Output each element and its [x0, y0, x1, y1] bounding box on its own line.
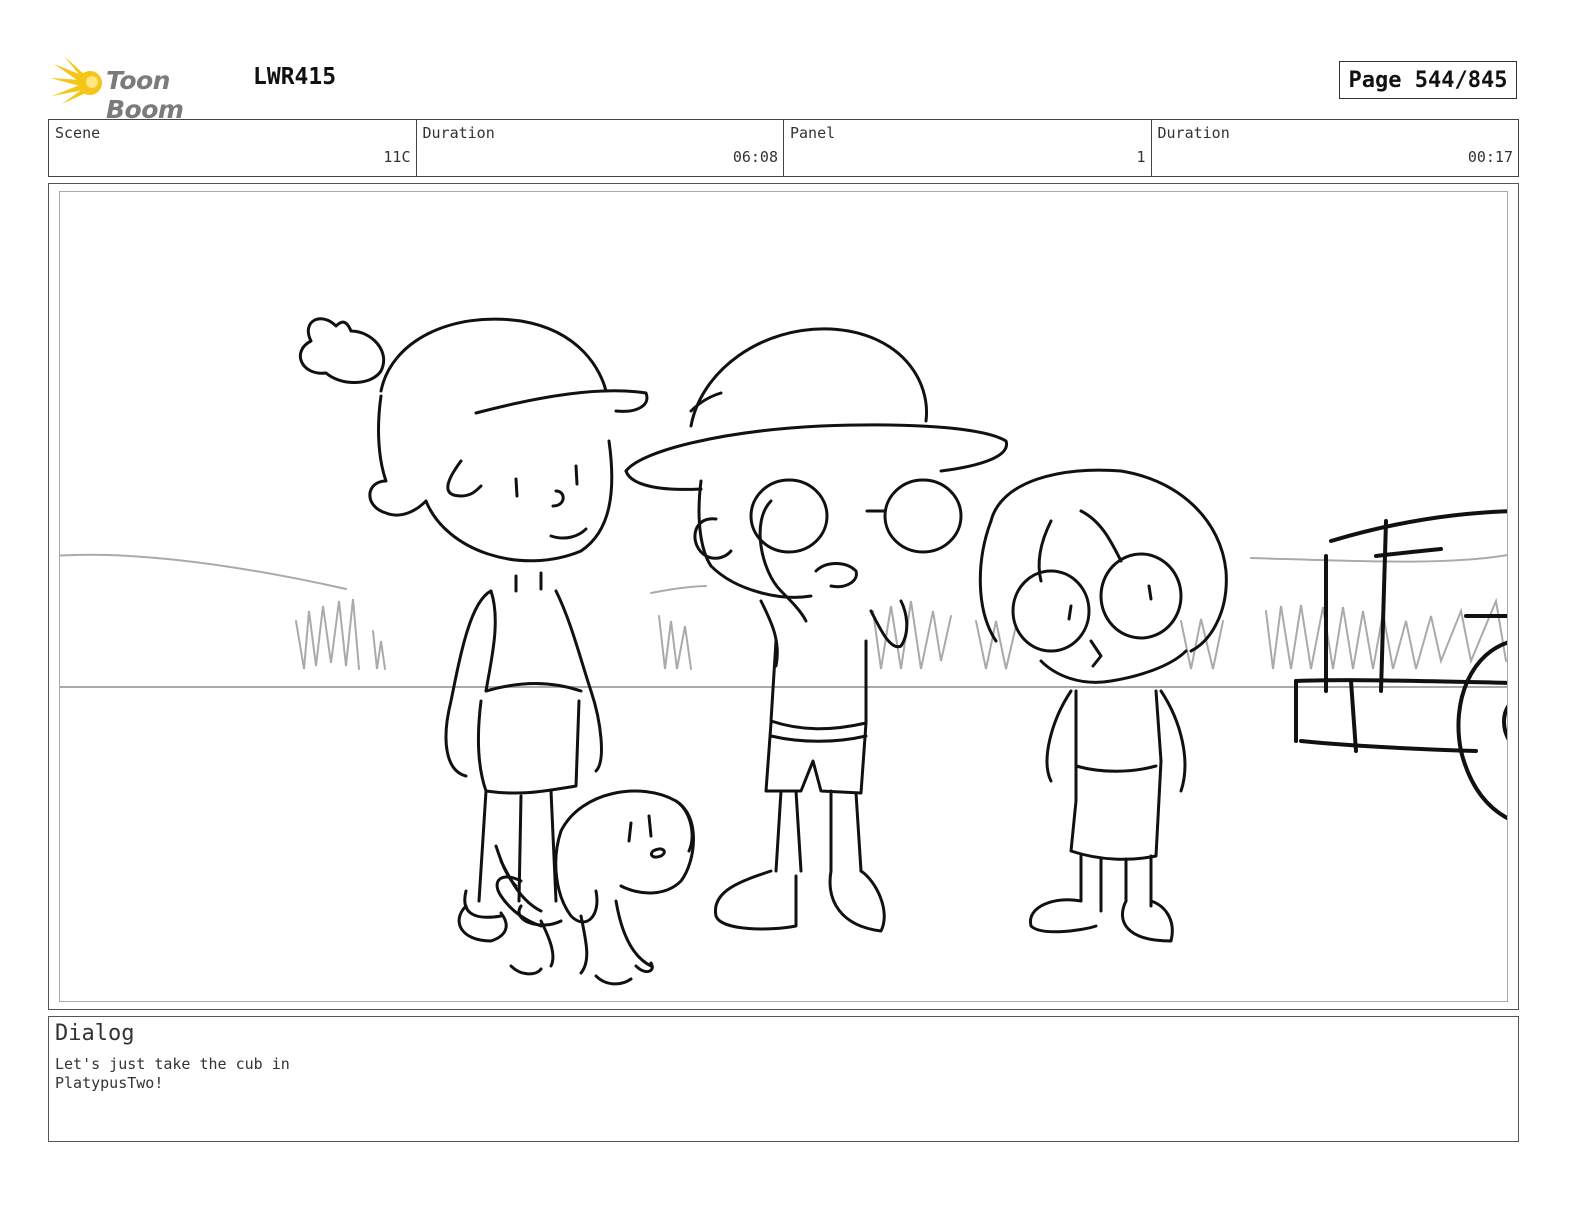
- dialog-title: Dialog: [55, 1021, 135, 1046]
- scene-label: Scene: [55, 124, 101, 142]
- scene-duration-value: 06:08: [732, 148, 778, 166]
- storyboard-panel-image: [59, 191, 1508, 1002]
- storyboard-sketch: [60, 317, 1507, 986]
- scene-value: 11C: [383, 148, 411, 166]
- panel-duration-cell: Duration 00:17: [1152, 120, 1519, 176]
- project-code: LWR415: [253, 64, 337, 90]
- dialog-box: Dialog Let's just take the cub in Platyp…: [48, 1016, 1519, 1142]
- toon-boom-logo: Toon Boom: [50, 54, 240, 124]
- scene-cell: Scene 11C: [49, 120, 417, 176]
- girl-short-hair-sketch: [978, 468, 1228, 943]
- panel-duration-label: Duration: [1157, 124, 1230, 142]
- girl-with-cap-sketch: [298, 317, 649, 943]
- boy-with-binoculars-sketch: [624, 327, 1008, 933]
- logo-burst-icon: [50, 56, 102, 104]
- dog-sketch: [494, 789, 695, 986]
- panel-value: 1: [1136, 148, 1146, 166]
- background-sketch: [60, 553, 1507, 688]
- page-number: Page 544/845: [1339, 61, 1517, 99]
- dialog-text: Let's just take the cub in PlatypusTwo!: [55, 1055, 290, 1092]
- panel-label: Panel: [790, 124, 836, 142]
- scene-info-row: Scene 11C Duration 06:08 Panel 1 Duratio…: [48, 119, 1519, 177]
- brand-name: Toon Boom: [106, 66, 184, 124]
- vehicle-sketch: [1294, 509, 1507, 821]
- panel-duration-value: 00:17: [1467, 148, 1513, 166]
- panel-cell: Panel 1: [784, 120, 1152, 176]
- scene-duration-cell: Duration 06:08: [417, 120, 784, 176]
- scene-duration-label: Duration: [422, 124, 495, 142]
